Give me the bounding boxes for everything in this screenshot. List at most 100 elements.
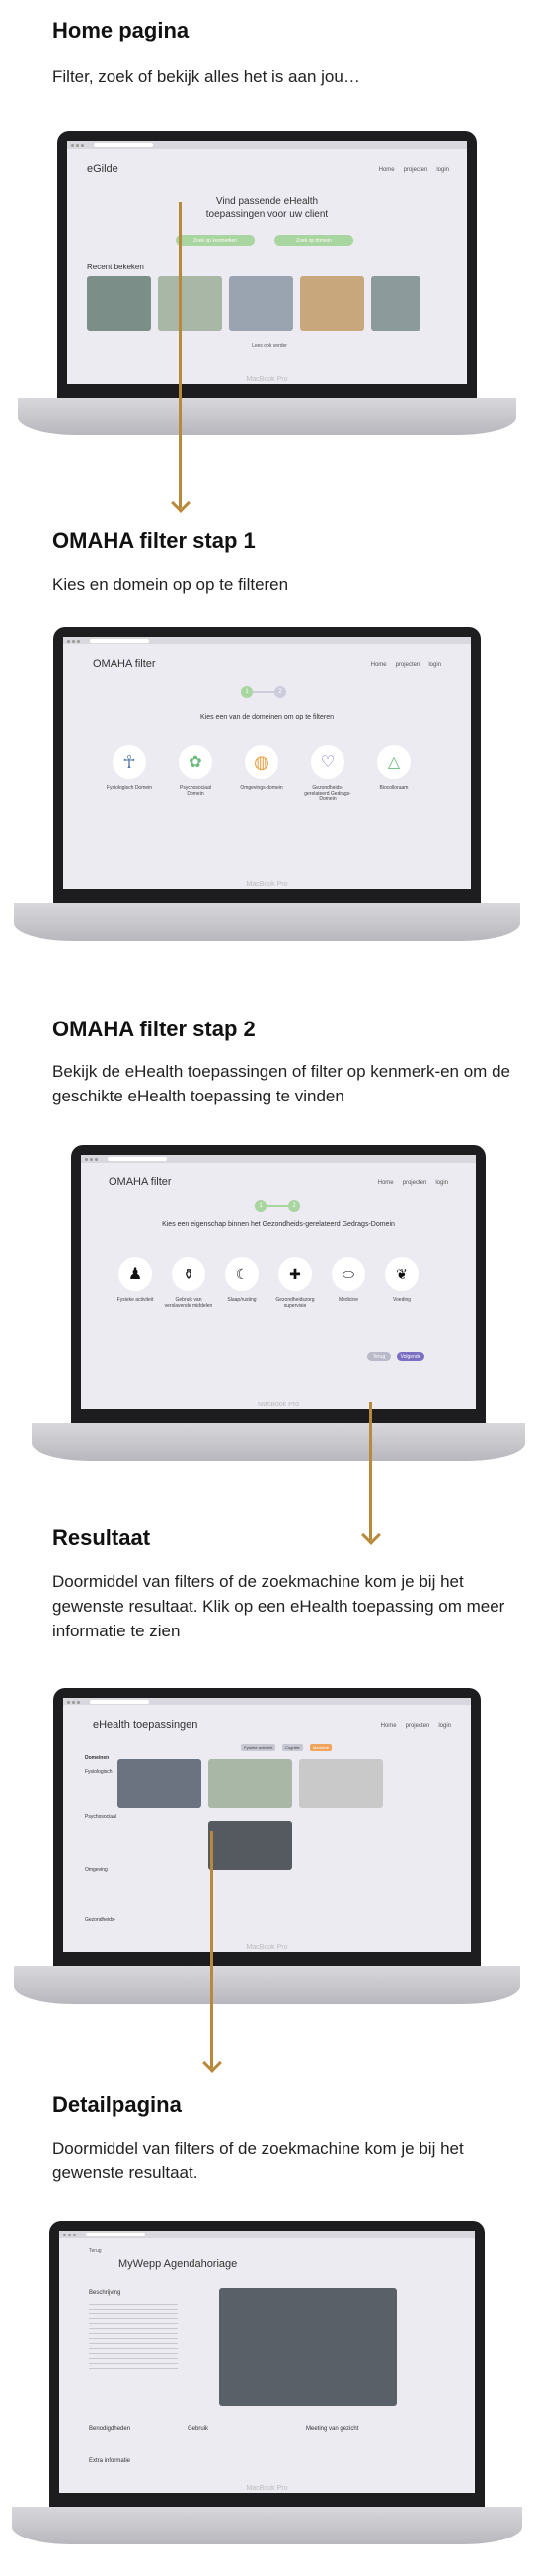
warning-icon: △ <box>387 754 401 771</box>
globe-icon: ◍ <box>254 751 269 772</box>
heart-icon: ♡ <box>320 754 336 771</box>
laptop-base <box>18 398 516 435</box>
option-activity-button[interactable]: ♟ <box>118 1257 152 1291</box>
laptop-base <box>12 2507 522 2544</box>
screen-detail: Terug MyWepp Agendahoriage Beschrijving … <box>59 2231 475 2493</box>
result-card[interactable] <box>299 1759 383 1808</box>
next-button[interactable]: Volgende <box>397 1352 424 1361</box>
option-food-button[interactable]: ❦ <box>385 1257 419 1291</box>
domain-bio-button[interactable]: △ <box>377 745 411 779</box>
laptop-base <box>32 1423 525 1461</box>
nav-login[interactable]: login <box>436 167 449 173</box>
nav-home[interactable]: Home <box>378 1180 394 1186</box>
screen-home: eGilde Home projecten login Vind passend… <box>67 141 467 384</box>
nav-login[interactable]: login <box>428 662 441 668</box>
app-logo[interactable]: OMAHA filter <box>109 1176 172 1188</box>
pill-icon: ⬭ <box>343 1265 354 1282</box>
domain-psycho-button[interactable]: ✿ <box>179 745 212 779</box>
section-title-omaha1: OMAHA filter stap 1 <box>52 528 256 553</box>
domain-label: Gezondheids-gerelateerd Gedrags-Domein <box>304 785 351 802</box>
result-card[interactable] <box>208 1821 292 1870</box>
recent-card[interactable] <box>87 276 151 331</box>
option-label: Fysieke activiteit <box>116 1297 154 1303</box>
option-supervision-button[interactable]: ✚ <box>278 1257 312 1291</box>
domain-label: Biocolloraam <box>379 785 409 791</box>
sidebar-item[interactable]: Omgeving <box>85 1867 108 1873</box>
filter-chip[interactable]: Cognitie <box>282 1744 303 1751</box>
stepper: 1 2 <box>241 686 286 698</box>
step-1: 1 <box>255 1200 267 1212</box>
bottle-icon: ⚱ <box>183 1265 194 1282</box>
app-logo[interactable]: OMAHA filter <box>93 658 156 670</box>
nav-login[interactable]: login <box>435 1180 448 1186</box>
section-title-result: Resultaat <box>52 1525 151 1550</box>
laptop-label: MacBook Pro <box>246 881 288 888</box>
nav-projecten[interactable]: projecten <box>406 1723 430 1729</box>
option-sleep-button[interactable]: ☾ <box>225 1257 259 1291</box>
sidebar-item[interactable]: Psychosociaal <box>85 1814 116 1820</box>
search-domain-button[interactable]: Zoek op domein <box>274 235 353 246</box>
flow-arrow-line <box>210 1831 213 2068</box>
nav-home[interactable]: Home <box>381 1723 397 1729</box>
section-title-detail: Detailpagina <box>52 2092 182 2117</box>
recent-card[interactable] <box>300 276 364 331</box>
detail-label: Extra informatie <box>89 2458 131 2463</box>
search-features-button[interactable]: Zoek op kenmerken <box>176 235 255 246</box>
description-heading: Beschrijving <box>89 2290 121 2296</box>
detail-label: Gebruik <box>188 2426 209 2432</box>
nav-projecten[interactable]: projecten <box>396 662 420 668</box>
option-label: Gezondheidszorg supervisie <box>275 1297 315 1309</box>
screen-result: eHealth toepassingen Home projecten logi… <box>63 1698 471 1952</box>
nav-projecten[interactable]: projecten <box>404 167 428 173</box>
section-text-omaha2: Bekijk de eHealth toepassingen of filter… <box>52 1062 510 1105</box>
section-text-home: Filter, zoek of bekijk alles het is aan … <box>52 67 360 86</box>
app-logo[interactable]: eGilde <box>87 163 118 175</box>
sidebar-item[interactable]: Gezondheids- <box>85 1917 115 1923</box>
section-text-result: Doormiddel van filters of de zoekmachine… <box>52 1572 505 1640</box>
running-icon: ♟ <box>127 1266 143 1283</box>
screen-omaha2: OMAHA filter Home projecten login 1 2 Ki… <box>81 1155 476 1409</box>
food-icon: ❦ <box>396 1265 408 1282</box>
detail-label: Benodigdheden <box>89 2426 131 2432</box>
section-title-omaha2: OMAHA filter stap 2 <box>52 1017 256 1041</box>
option-label: Medicine <box>338 1297 358 1303</box>
description-text-block <box>89 2300 178 2369</box>
stepper: 1 2 <box>255 1200 300 1212</box>
domain-health-button[interactable]: ♡ <box>311 745 344 779</box>
recent-card[interactable] <box>229 276 293 331</box>
filter-chip[interactable]: Medicine <box>310 1744 333 1751</box>
flow-arrow-head <box>361 1525 381 1545</box>
option-label: Slaap/rusting <box>227 1297 257 1303</box>
laptop-label: MacBook Pro <box>246 376 288 383</box>
app-logo[interactable]: eHealth toepassingen <box>93 1719 197 1731</box>
nav-home[interactable]: Home <box>379 167 395 173</box>
filter-chip[interactable]: Fysieke activiteit <box>241 1744 276 1751</box>
bed-icon: ☾ <box>235 1265 249 1282</box>
option-medicine-button[interactable]: ⬭ <box>332 1257 365 1291</box>
domain-label: Fysiologisch Domein <box>106 785 153 791</box>
flow-arrow-head <box>171 493 191 513</box>
step-2: 2 <box>274 686 286 698</box>
person-icon: ☥ <box>122 751 136 772</box>
laptop-base <box>14 1966 520 2004</box>
sidebar-heading: Domeinen <box>85 1755 110 1761</box>
back-button[interactable]: Terug <box>367 1352 391 1361</box>
hospital-icon: ✚ <box>289 1265 301 1282</box>
property-prompt: Kies een eigenschap binnen het Gezondhei… <box>162 1221 395 1228</box>
result-card[interactable] <box>117 1759 201 1808</box>
nav-home[interactable]: Home <box>371 662 387 668</box>
step-2: 2 <box>288 1200 300 1212</box>
back-link[interactable]: Terug <box>89 2248 102 2254</box>
domain-physio-button[interactable]: ☥ <box>113 745 146 779</box>
result-card[interactable] <box>208 1759 292 1808</box>
screen-omaha1: OMAHA filter Home projecten login 1 2 Ki… <box>63 637 471 889</box>
sidebar-item[interactable]: Fysiologisch <box>85 1769 113 1775</box>
nav-login[interactable]: login <box>438 1723 451 1729</box>
recent-card[interactable] <box>371 276 420 331</box>
scroll-hint[interactable]: Lees ook verder <box>240 343 299 349</box>
option-addiction-button[interactable]: ⚱ <box>172 1257 205 1291</box>
laptop-label: MacBook Pro <box>246 2485 288 2492</box>
recent-card[interactable] <box>158 276 222 331</box>
domain-environment-button[interactable]: ◍ <box>245 745 278 779</box>
nav-projecten[interactable]: projecten <box>403 1180 427 1186</box>
